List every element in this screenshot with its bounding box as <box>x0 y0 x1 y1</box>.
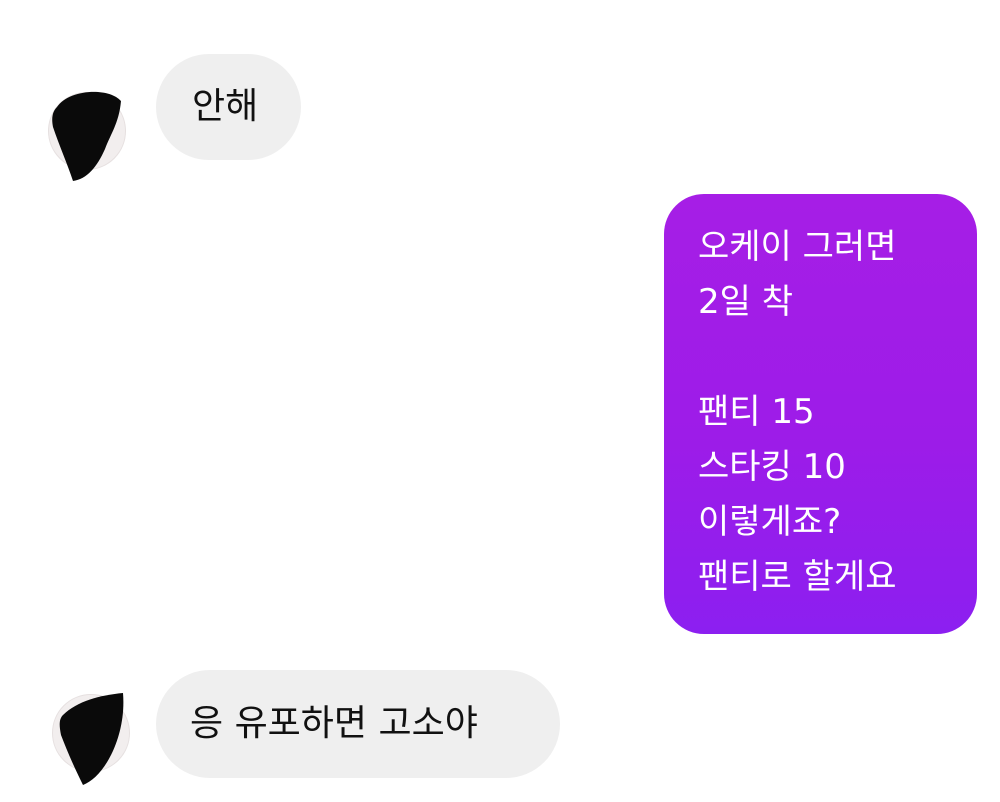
message-line: 오케이 그러면 <box>698 227 897 267</box>
incoming-message-bubble[interactable]: 응 유포하면 고소야 <box>156 670 560 778</box>
outgoing-message-bubble[interactable]: 오케이 그러면 2일 착 팬티 15 스타킹 10 이렇게죠? 팬티로 할게요 <box>664 194 977 634</box>
message-line: 스타킹 10 <box>698 447 846 487</box>
sender-avatar[interactable] <box>48 91 126 181</box>
message-line: 2일 착 <box>698 282 793 322</box>
sender-avatar[interactable] <box>52 693 130 785</box>
message-text: 안해 <box>192 86 259 127</box>
message-line: 이렇게죠? <box>698 502 842 542</box>
incoming-message-bubble[interactable]: 안해 <box>156 54 301 160</box>
redacted-avatar-icon <box>52 91 121 181</box>
message-line: 팬티 15 <box>698 392 815 432</box>
redacted-avatar-icon <box>59 693 124 785</box>
message-text: 응 유포하면 고소야 <box>190 703 478 744</box>
message-line <box>698 330 953 385</box>
message-line: 팬티로 할게요 <box>698 557 897 597</box>
